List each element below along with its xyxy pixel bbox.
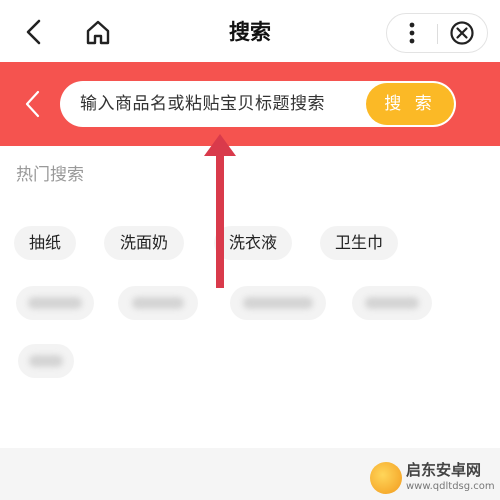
watermark: 启东安卓网 www.qdltdsg.com [370,460,498,496]
search-placeholder: 输入商品名或粘贴宝贝标题搜索 [80,94,325,114]
hot-search-chip[interactable]: 洗面奶 [104,226,184,260]
watermark-name: 启东安卓网 [406,461,482,479]
hot-search-title: 热门搜索 [16,165,84,185]
search-back-icon[interactable] [20,86,46,122]
blurred-chip[interactable] [18,344,74,378]
more-icon[interactable] [387,14,437,52]
watermark-url: www.qdltdsg.com [406,481,495,492]
watermark-logo-icon [370,462,402,494]
hot-search-chip[interactable]: 卫生巾 [320,226,398,260]
search-input[interactable]: 输入商品名或粘贴宝贝标题搜索 搜 索 [60,81,456,127]
blurred-chip[interactable] [230,286,326,320]
search-button[interactable]: 搜 索 [366,83,454,125]
top-nav-bar: 搜索 [0,0,500,62]
annotation-arrow-icon [204,134,236,288]
close-icon[interactable] [438,14,488,52]
search-header: 输入商品名或粘贴宝贝标题搜索 搜 索 [0,62,500,146]
blurred-chip[interactable] [352,286,432,320]
blurred-chip[interactable] [16,286,94,320]
blurred-chip[interactable] [118,286,198,320]
mini-program-capsule [386,13,488,53]
hot-search-chip[interactable]: 抽纸 [14,226,76,260]
